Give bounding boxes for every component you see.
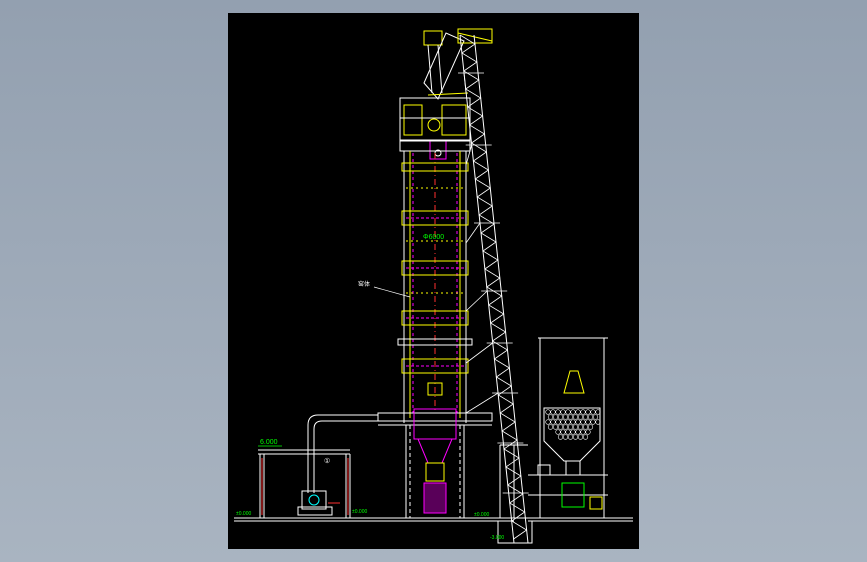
gravel-piece (580, 429, 586, 435)
gravel-piece (570, 419, 576, 425)
ground-mid2-label: ±0.000 (474, 512, 489, 518)
gravel-piece (547, 414, 554, 420)
gravel-piece (562, 434, 569, 440)
gravel-piece (545, 409, 551, 415)
truss-tie (465, 290, 488, 312)
gravel-piece (577, 434, 584, 440)
kiln-shaft (399, 140, 471, 423)
gravel-piece (582, 424, 589, 430)
side-note-leader (373, 286, 411, 298)
gravel-piece (562, 414, 569, 420)
gravel-piece (577, 414, 584, 420)
left-frame (258, 449, 351, 518)
head-frame (399, 28, 493, 160)
gravel-piece (575, 419, 581, 425)
gravel-piece (567, 434, 574, 440)
gravel-piece (552, 414, 559, 420)
gravel-piece (575, 429, 581, 435)
gravel-piece (580, 409, 586, 415)
elevation-left-label: 6.000 (260, 439, 278, 446)
ground-mid-label: ±0.000 (352, 509, 367, 515)
gravel-piece (567, 414, 574, 420)
gravel-piece (560, 409, 566, 415)
gravel-piece (590, 409, 596, 415)
gravel-piece (560, 419, 566, 425)
gravel-piece (552, 424, 559, 430)
upper-diameter-label: Φ6000 (423, 234, 444, 241)
truss-tie (465, 222, 481, 244)
gravel-piece (565, 409, 571, 415)
flue-duct (297, 414, 378, 516)
truss-tie (465, 392, 499, 414)
gravel-piece (555, 409, 561, 415)
gravel-piece (577, 424, 584, 430)
cad-drawing-sheet: Φ6000 窑体 6.000 ① ±0.000 ±0.000 ±0.000 -3… (228, 13, 639, 549)
gravel-piece (585, 409, 591, 415)
gravel-piece (585, 419, 591, 425)
gravel-piece (580, 419, 586, 425)
gravel-piece (572, 424, 579, 430)
side-note-label: 窑体 (358, 280, 370, 288)
gravel-piece (575, 409, 581, 415)
gravel-piece (545, 419, 551, 425)
truss-tie (465, 144, 473, 166)
gravel-piece (557, 434, 564, 440)
gravel-piece (582, 414, 589, 420)
gravel-piece (587, 414, 594, 420)
gravel-piece (592, 414, 599, 420)
gravel-piece (550, 409, 556, 415)
gravel-piece (557, 424, 564, 430)
pipe-mark-label: ① (324, 457, 330, 465)
gravel-piece (555, 419, 561, 425)
gravel-piece (565, 419, 571, 425)
truss-tie (463, 72, 467, 94)
truss-platforms (458, 72, 529, 494)
truss-tie (465, 342, 493, 364)
ground-line (234, 517, 633, 544)
gravel-piece (547, 424, 554, 430)
ground-left-label: ±0.000 (236, 511, 251, 517)
gravel-piece (570, 409, 576, 415)
kiln-elevation-drawing: Φ6000 窑体 6.000 ① ±0.000 ±0.000 ±0.000 -3… (234, 28, 633, 544)
gravel-piece (567, 424, 574, 430)
gravel-piece (572, 414, 579, 420)
pit-label: -3.000 (490, 535, 504, 541)
gravel-piece (555, 429, 561, 435)
gravel-piece (560, 429, 566, 435)
bin-gravel-fill (545, 409, 601, 440)
gravel-piece (557, 414, 564, 420)
gravel-piece (585, 429, 591, 435)
gravel-piece (582, 434, 589, 440)
gravel-piece (565, 429, 571, 435)
gravel-piece (590, 419, 596, 425)
gravel-piece (570, 429, 576, 435)
gravel-piece (572, 434, 579, 440)
gravel-piece (550, 419, 556, 425)
gravel-piece (587, 424, 594, 430)
gravel-piece (562, 424, 569, 430)
